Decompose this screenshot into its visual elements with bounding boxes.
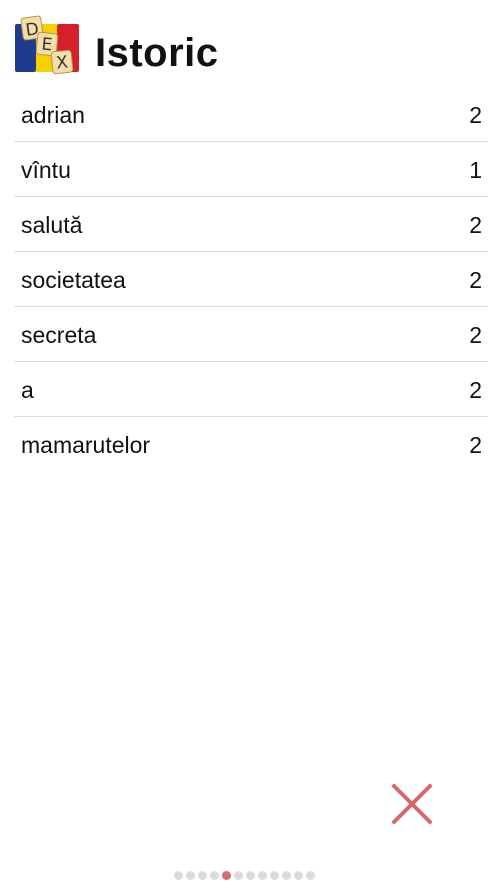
- dex-logo: D E X: [15, 15, 79, 75]
- page-dot[interactable]: [258, 871, 267, 880]
- history-count: 2: [469, 102, 482, 128]
- page-dot[interactable]: [210, 871, 219, 880]
- history-item[interactable]: salută 2: [14, 197, 488, 252]
- history-item[interactable]: societatea 2: [14, 252, 488, 307]
- page-dot[interactable]: [282, 871, 291, 880]
- history-word: adrian: [21, 102, 85, 128]
- history-item[interactable]: mamarutelor 2: [14, 417, 488, 471]
- page-dot[interactable]: [234, 871, 243, 880]
- history-word: mamarutelor: [21, 432, 151, 458]
- close-icon: [392, 784, 432, 824]
- history-count: 2: [469, 432, 482, 458]
- history-word: a: [21, 377, 34, 403]
- page-dot[interactable]: [198, 871, 207, 880]
- page-dot[interactable]: [294, 871, 303, 880]
- page-dot[interactable]: [174, 871, 183, 880]
- page-dot[interactable]: [186, 871, 195, 880]
- history-word: salută: [21, 212, 83, 238]
- history-count: 2: [469, 377, 482, 403]
- history-item[interactable]: a2: [14, 362, 488, 417]
- history-word: secreta: [21, 322, 97, 348]
- history-count: 2: [469, 267, 482, 293]
- logo-letter-e: E: [41, 35, 53, 56]
- header: D E X Istoric: [0, 0, 501, 88]
- app-screen: D E X Istoric adrian 2 vîntu 1 salută 2 societ…: [0, 0, 501, 891]
- page-dot[interactable]: [270, 871, 279, 880]
- history-item[interactable]: secreta 2: [14, 307, 488, 362]
- history-list: adrian 2 vîntu 1 salută 2 societatea 2 secreta 2 a…: [14, 87, 488, 471]
- page-dot[interactable]: [246, 871, 255, 880]
- page-dot[interactable]: [306, 871, 315, 880]
- page-title: Istoric: [95, 31, 219, 75]
- history-count: 2: [469, 322, 482, 348]
- page-indicator: [174, 871, 315, 881]
- history-count: 2: [469, 212, 482, 238]
- history-word: vîntu: [21, 157, 71, 183]
- clear-history-button[interactable]: [390, 782, 434, 826]
- page-dot-active[interactable]: [222, 871, 231, 880]
- history-word: societatea: [21, 267, 126, 293]
- history-item[interactable]: vîntu 1: [14, 142, 488, 197]
- logo-letter-x: X: [55, 52, 69, 73]
- history-item[interactable]: adrian 2: [14, 87, 488, 142]
- history-count: 1: [469, 157, 482, 183]
